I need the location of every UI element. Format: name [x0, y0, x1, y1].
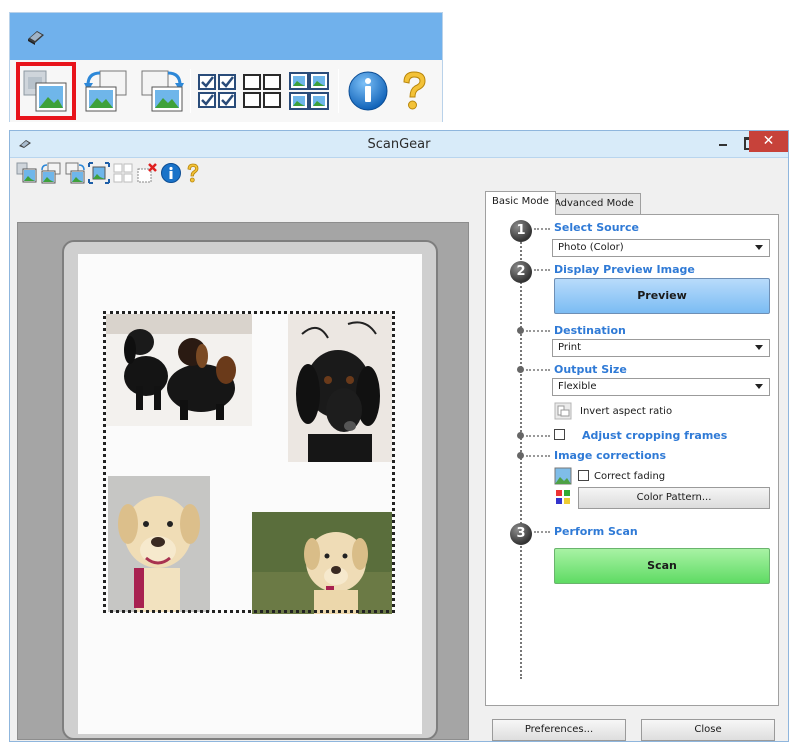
adjust-cropping-checkbox[interactable]	[554, 429, 565, 440]
destination-value: Print	[558, 342, 582, 353]
select-all-frames-icon	[113, 163, 133, 183]
select-all-frames-button[interactable]	[112, 162, 134, 184]
output-size-dropdown[interactable]: Flexible	[552, 378, 770, 396]
step-3-leader	[534, 531, 550, 533]
unchecked-frames-icon	[243, 74, 281, 108]
minimize-button[interactable]	[710, 131, 736, 152]
scan-button[interactable]: Scan	[554, 548, 770, 584]
perform-scan-label: Perform Scan	[554, 525, 638, 538]
remove-frame-button[interactable]	[136, 162, 158, 184]
scanner-platen	[62, 240, 438, 740]
help-icon	[187, 163, 199, 183]
output-size-leader	[526, 369, 550, 371]
basic-mode-page: 1 Select Source Photo (Color) 2 Display …	[485, 214, 779, 706]
auto-crop-all-button[interactable]	[88, 162, 110, 184]
help-icon	[403, 71, 426, 110]
chevron-down-icon	[755, 245, 763, 250]
output-size-label: Output Size	[554, 363, 627, 376]
output-size-value: Flexible	[558, 381, 597, 392]
auto-crop-all-icon	[88, 162, 110, 184]
rotate-left-button[interactable]	[40, 162, 62, 184]
adjust-cropping-bullet	[517, 432, 524, 439]
rotate-right-icon	[65, 162, 85, 184]
select-source-value: Photo (Color)	[558, 242, 624, 253]
image-corrections-leader	[526, 455, 550, 457]
correct-fading-checkbox[interactable]	[578, 470, 589, 481]
preferences-button[interactable]: Preferences...	[492, 719, 626, 741]
chevron-down-icon	[755, 384, 763, 389]
display-preview-label: Display Preview Image	[554, 263, 695, 276]
invert-aspect-ratio-icon[interactable]	[554, 402, 572, 420]
image-corrections-bullet	[517, 452, 524, 459]
output-size-bullet	[517, 366, 524, 373]
select-source-label: Select Source	[554, 221, 639, 234]
info-icon	[348, 71, 388, 111]
multiple-crop-icon	[289, 72, 329, 110]
settings-panel: Basic Mode Advanced Mode 1 Select Source…	[475, 161, 786, 741]
destination-bullet	[517, 327, 524, 334]
multi-crop-button[interactable]	[286, 67, 338, 115]
preview-area[interactable]	[17, 222, 469, 740]
select-source-dropdown[interactable]: Photo (Color)	[552, 239, 770, 257]
rotate-left-icon	[41, 162, 61, 184]
zoomed-toolbar-panel	[9, 12, 443, 122]
rotate-left-icon	[84, 70, 127, 112]
tab-basic-mode[interactable]: Basic Mode	[485, 191, 556, 215]
rotate-right-icon	[141, 70, 184, 112]
window-title: ScanGear	[367, 137, 431, 152]
chevron-down-icon	[755, 345, 763, 350]
zoomed-title-bar	[10, 13, 442, 60]
step-connector	[520, 239, 522, 679]
title-bar: ScanGear ✕	[10, 131, 788, 158]
step-2-icon: 2	[510, 261, 532, 283]
toolbar-separator	[338, 69, 339, 113]
info-icon	[161, 163, 181, 183]
uncheck-frames-button[interactable]	[240, 67, 292, 115]
highlight-frame	[16, 62, 76, 120]
preview-button[interactable]: Preview	[554, 278, 770, 314]
scangear-window: ScanGear ✕ Basic Mode Advanced Mode 1 Se…	[9, 130, 789, 742]
info-button[interactable]	[160, 162, 182, 184]
image-corrections-label: Image corrections	[554, 449, 667, 462]
tab-advanced-mode[interactable]: Advanced Mode	[547, 193, 641, 215]
adjust-cropping-label: Adjust cropping frames	[582, 429, 728, 442]
destination-dropdown[interactable]: Print	[552, 339, 770, 357]
color-pattern-icon	[556, 490, 570, 504]
scanner-icon	[28, 31, 44, 45]
rotate-left-button[interactable]	[82, 67, 134, 115]
rotate-right-button[interactable]	[64, 162, 86, 184]
remove-frame-icon	[137, 163, 157, 183]
cropping-frame[interactable]	[103, 311, 395, 613]
close-button[interactable]: Close	[641, 719, 775, 741]
help-button[interactable]	[390, 67, 442, 115]
color-pattern-button[interactable]: Color Pattern...	[578, 487, 770, 509]
auto-crop-button[interactable]	[16, 162, 38, 184]
step-1-icon: 1	[510, 220, 532, 242]
info-button[interactable]	[344, 67, 396, 115]
invert-aspect-ratio-label: Invert aspect ratio	[580, 406, 673, 417]
rotate-right-button[interactable]	[136, 67, 188, 115]
step-2-leader	[534, 269, 550, 271]
zoomed-toolbar	[10, 60, 442, 122]
step-1-leader	[534, 228, 550, 230]
step-3-icon: 3	[510, 523, 532, 545]
auto-crop-icon	[16, 162, 37, 183]
destination-leader	[526, 330, 550, 332]
close-window-button[interactable]: ✕	[749, 131, 788, 152]
correct-fading-icon	[554, 467, 572, 485]
destination-label: Destination	[554, 324, 626, 337]
adjust-cropping-leader	[526, 435, 550, 437]
toolbar	[12, 160, 470, 188]
preview-page	[78, 254, 422, 734]
toolbar-separator	[190, 69, 191, 113]
help-button[interactable]	[182, 162, 204, 184]
correct-fading-label: Correct fading	[594, 471, 666, 482]
